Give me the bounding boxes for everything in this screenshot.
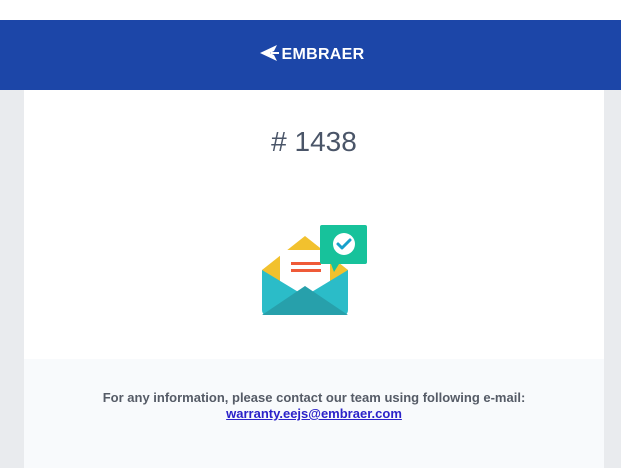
embraer-logo[interactable]: EMBRAER bbox=[257, 44, 365, 67]
header-bar: EMBRAER bbox=[0, 20, 621, 90]
contact-message: For any information, please contact our … bbox=[102, 390, 526, 405]
main-card: # 1438 bbox=[24, 90, 604, 359]
envelope-check-icon bbox=[261, 224, 369, 317]
ticket-number: # 1438 bbox=[271, 126, 357, 157]
left-gutter bbox=[0, 90, 24, 468]
brand-name: EMBRAER bbox=[281, 46, 365, 63]
contact-email-link[interactable]: warranty.eejs@embraer.com bbox=[226, 406, 402, 421]
footer: For any information, please contact our … bbox=[24, 359, 604, 468]
right-gutter bbox=[604, 90, 621, 468]
embraer-logo-icon bbox=[257, 44, 279, 67]
